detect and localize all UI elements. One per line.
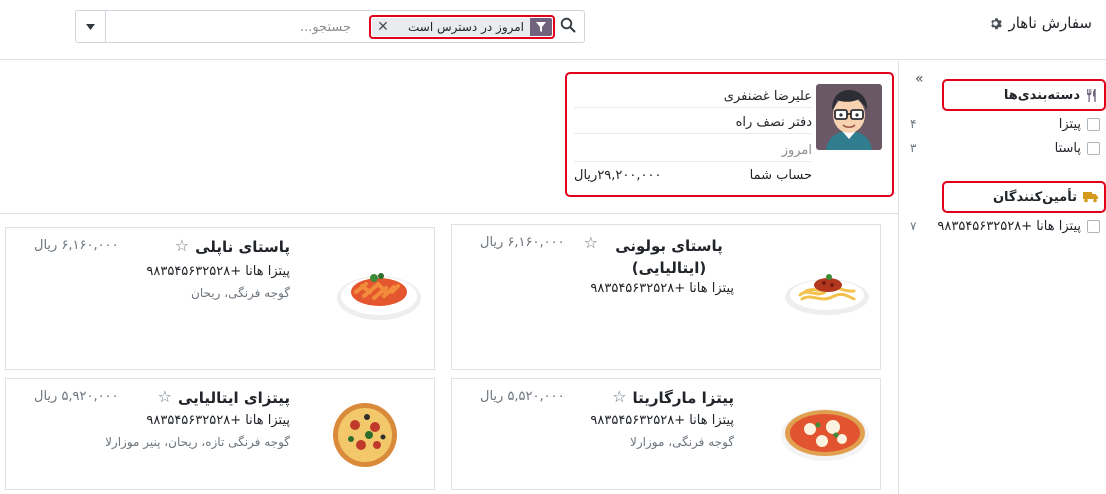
star-icon[interactable]: ☆ — [584, 235, 598, 251]
divider — [0, 213, 898, 214]
checkbox[interactable] — [1087, 117, 1100, 131]
product-price: ۶,۱۶۰,۰۰۰ ریال — [480, 235, 565, 250]
order-date: امروز — [574, 140, 812, 162]
category-count: ۳ — [910, 141, 917, 155]
cutlery-icon — [1086, 88, 1098, 102]
suppliers-title: تأمین‌کنندگان — [992, 189, 1077, 205]
user-name: علیرضا غضنفری — [574, 86, 812, 108]
product-price: ۵,۵۲۰,۰۰۰ ریال — [480, 389, 565, 404]
search-input[interactable] — [116, 17, 351, 37]
facet-label: امروز در دسترس است — [407, 20, 524, 34]
product-supplier: پیتزا هانا +۹۸۳۵۴۵۶۳۲۵۲۸ — [590, 281, 734, 296]
product-card[interactable]: پاستای ناپلی ☆ ۶,۱۶۰,۰۰۰ ریال پیتزا هانا… — [5, 227, 435, 370]
search-bar: ✕ امروز در دسترس است — [75, 10, 585, 43]
supplier-item[interactable]: پیتزا هانا +۹۸۳۵۴۵۶۳۲۵۲۸... ۷ — [910, 216, 1100, 236]
product-supplier: پیتزا هانا +۹۸۳۵۴۵۶۳۲۵۲۸ — [146, 264, 290, 279]
product-card[interactable]: پاستای بولونی (ایتالیایی) ☆ ۶,۱۶۰,۰۰۰ ری… — [451, 224, 881, 370]
account-balance: حساب شما ۲۹,۲۰۰,۰۰۰ریال — [574, 164, 812, 186]
filter-icon — [530, 18, 552, 36]
search-icon[interactable] — [560, 17, 578, 35]
product-image — [778, 395, 869, 471]
category-label: پاستا — [1054, 140, 1081, 156]
account-label: حساب شما — [749, 167, 812, 183]
product-card[interactable]: پیتزای ایتالیایی ☆ ۵,۹۲۰,۰۰۰ ریال پیتزا … — [5, 378, 435, 490]
truck-icon — [1083, 191, 1098, 203]
control-panel: سفارش ناهار ✕ امروز در دسترس است — [0, 0, 1106, 60]
checkbox[interactable] — [1087, 141, 1100, 155]
product-title: پاستای ناپلی — [195, 238, 290, 256]
product-name: پیتزا مارگاریتا ☆ — [612, 389, 734, 408]
user-info-panel: علیرضا غضنفری دفتر نصف راه امروز حساب شم… — [565, 72, 894, 197]
avatar — [816, 84, 882, 150]
product-title: پیتزا مارگاریتا — [632, 389, 734, 407]
product-image — [331, 395, 421, 471]
product-supplier: پیتزا هانا +۹۸۳۵۴۵۶۳۲۵۲۸ — [590, 413, 734, 428]
supplier-count: ۷ — [910, 219, 917, 233]
category-item[interactable]: پاستا ۳ — [910, 138, 1100, 158]
product-image — [334, 248, 424, 324]
user-location[interactable]: دفتر نصف راه — [574, 112, 812, 134]
product-title: پیتزای ایتالیایی — [177, 389, 290, 407]
checkbox[interactable] — [1087, 219, 1100, 233]
product-name: پیتزای ایتالیایی ☆ — [158, 389, 290, 408]
search-facet: ✕ امروز در دسترس است — [369, 15, 555, 39]
close-icon[interactable]: ✕ — [372, 18, 394, 36]
supplier-label: پیتزا هانا +۹۸۳۵۴۵۶۳۲۵۲۸... — [936, 218, 1081, 234]
product-ingredients: گوجه فرنگی، ریحان — [191, 286, 290, 300]
product-image — [782, 255, 872, 331]
product-name: پاستای بولونی (ایتالیایی) ☆ — [564, 235, 734, 279]
categories-header: دسته‌بندی‌ها — [942, 79, 1106, 111]
category-count: ۴ — [910, 117, 917, 131]
product-title: پاستای بولونی (ایتالیایی) — [615, 237, 723, 277]
caret-down-icon[interactable] — [76, 11, 106, 42]
suppliers-header: تأمین‌کنندگان — [942, 181, 1106, 213]
star-icon[interactable]: ☆ — [612, 389, 626, 405]
account-value: ۲۹,۲۰۰,۰۰۰ریال — [574, 167, 662, 183]
gear-icon[interactable] — [989, 17, 1003, 30]
categories-title: دسته‌بندی‌ها — [1003, 87, 1080, 103]
page-title: سفارش ناهار — [1008, 14, 1092, 32]
product-price: ۶,۱۶۰,۰۰۰ ریال — [34, 238, 119, 253]
search-panel: « دسته‌بندی‌ها پیتزا ۴ پاستا ۳ تأمین‌کنن… — [898, 61, 1106, 494]
product-card[interactable]: پیتزا مارگاریتا ☆ ۵,۵۲۰,۰۰۰ ریال پیتزا ه… — [451, 378, 881, 490]
collapse-panel-button[interactable]: « — [915, 71, 924, 87]
product-ingredients: گوجه فرنگی، موزارلا — [630, 435, 734, 449]
category-label: پیتزا — [1058, 116, 1081, 132]
product-supplier: پیتزا هانا +۹۸۳۵۴۵۶۳۲۵۲۸ — [146, 413, 290, 428]
star-icon[interactable]: ☆ — [175, 238, 189, 254]
product-name: پاستای ناپلی ☆ — [175, 238, 290, 257]
product-price: ۵,۹۲۰,۰۰۰ ریال — [34, 389, 119, 404]
star-icon[interactable]: ☆ — [158, 389, 172, 405]
product-ingredients: گوجه فرنگی تازه، ریحان، پنیر موزارلا — [105, 435, 290, 449]
breadcrumb: سفارش ناهار — [989, 14, 1092, 32]
category-item[interactable]: پیتزا ۴ — [910, 114, 1100, 134]
